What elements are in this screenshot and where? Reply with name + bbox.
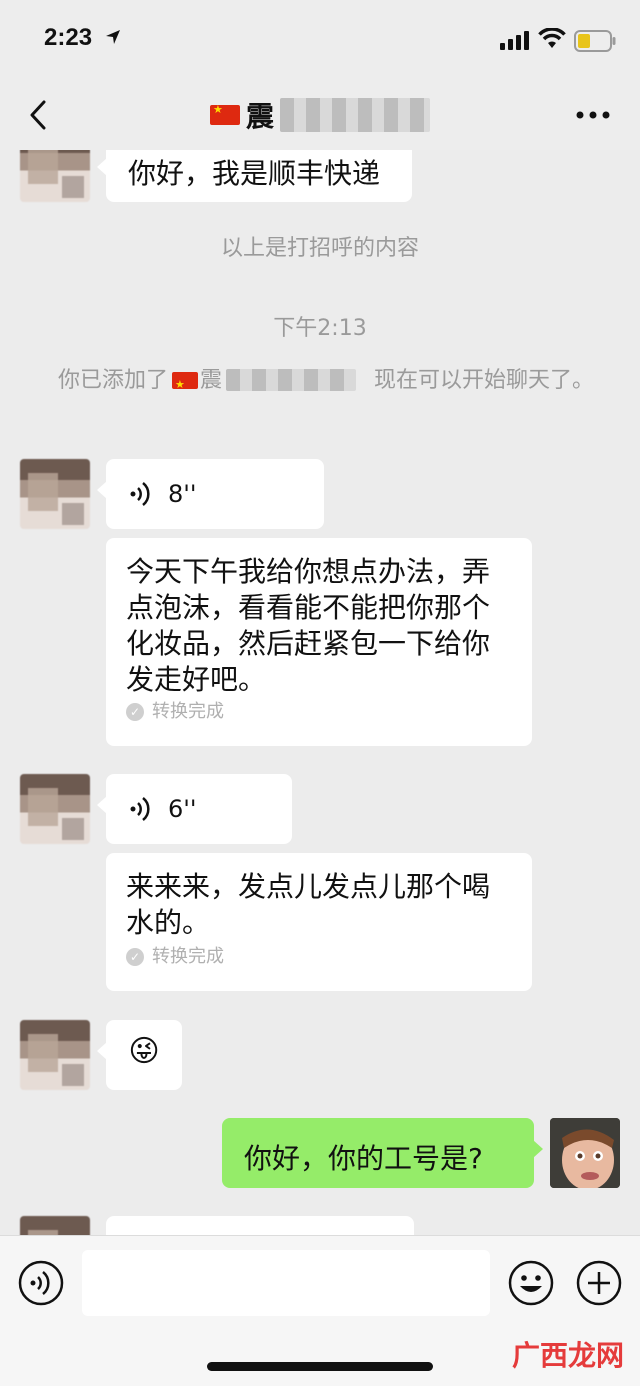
message-input[interactable] — [82, 1250, 490, 1316]
voice-wave-icon — [130, 482, 150, 506]
contact-avatar[interactable] — [20, 459, 90, 529]
added-prefix: 你已添加了 — [58, 368, 169, 393]
contact-name-text: 震 — [246, 100, 275, 133]
input-bar: 广西龙网 — [0, 1235, 640, 1386]
contact-name: 震 — [210, 96, 431, 134]
message-bubble[interactable] — [106, 1216, 414, 1235]
voice-transcript-bubble[interactable]: 今天下午我给你想点办法，弄点泡沫，看看能不能把你那个化妆品，然后赶紧包一下给你发… — [106, 538, 532, 746]
contact-avatar[interactable] — [20, 1020, 90, 1090]
home-indicator — [207, 1362, 433, 1371]
chevron-left-icon[interactable] — [24, 98, 54, 132]
emoji-wink-tongue: 😜 — [128, 1034, 160, 1069]
added-suffix: 现在可以开始聊天了。 — [374, 368, 595, 393]
contact-avatar[interactable] — [20, 150, 90, 202]
voice-message-bubble[interactable]: 6'' — [97, 774, 292, 844]
contact-avatar[interactable] — [20, 1216, 90, 1235]
check-circle-icon: ✓ — [126, 948, 144, 966]
message-bubble[interactable]: 你好，我是顺丰快递 — [97, 150, 412, 202]
voice-transcript-text: 来来来，发点儿发点儿那个喝水的。 — [126, 870, 491, 939]
added-name: 震 — [200, 368, 223, 393]
blurred-name — [280, 98, 431, 132]
battery-icon — [574, 30, 616, 52]
more-dots-icon[interactable] — [576, 110, 610, 120]
china-flag-icon — [172, 370, 199, 400]
status-time: 2:23 — [44, 24, 93, 51]
wifi-icon — [538, 28, 566, 48]
contact-avatar[interactable] — [20, 774, 90, 844]
timestamp: 下午2:13 — [273, 316, 367, 341]
china-flag-icon — [210, 103, 240, 125]
chat-header: 震 — [0, 80, 640, 150]
my-message-text: 你好，你的工号是? — [244, 1142, 483, 1175]
voice-duration: 6'' — [168, 795, 197, 823]
voice-transcript-text: 今天下午我给你想点办法，弄点泡沫，看看能不能把你那个化妆品，然后赶紧包一下给你发… — [126, 555, 491, 696]
conversion-status-text: 转换完成 — [152, 946, 224, 967]
voice-transcript-bubble[interactable]: 来来来，发点儿发点儿那个喝水的。 ✓ 转换完成 — [106, 853, 532, 991]
system-note: 以上是打招呼的内容 — [220, 236, 419, 261]
avatar-photo — [550, 1118, 620, 1188]
location-arrow-icon — [106, 30, 120, 44]
voice-wave-icon — [130, 797, 150, 821]
my-message-bubble[interactable]: 你好，你的工号是? — [222, 1118, 543, 1188]
watermark-logo: 广西龙网 — [512, 1339, 625, 1372]
status-bar: 2:23 — [0, 0, 640, 80]
check-circle-icon: ✓ — [126, 703, 144, 721]
conversion-status-text: 转换完成 — [152, 701, 224, 722]
message-text: 你好，我是顺丰快递 — [128, 157, 381, 190]
emoji-message-bubble[interactable]: 😜 — [97, 1020, 182, 1090]
smiley-icon[interactable] — [508, 1260, 554, 1306]
chat-messages[interactable]: 你好，我是顺丰快递 以上是打招呼的内容 下午2:13 你已添加了 震 现在可以开始聊… — [0, 150, 640, 1235]
my-avatar[interactable] — [550, 1118, 620, 1188]
added-notice: 你已添加了 震 现在可以开始聊天了。 — [58, 366, 598, 400]
voice-message-bubble[interactable]: 8'' — [97, 459, 324, 529]
blurred-name — [226, 369, 357, 391]
conversion-status: ✓ 转换完成 — [126, 694, 224, 730]
cellular-signal-icon — [500, 31, 529, 50]
conversion-status: ✓ 转换完成 — [126, 939, 224, 975]
voice-input-icon[interactable] — [18, 1260, 64, 1306]
plus-circle-icon[interactable] — [576, 1260, 622, 1306]
voice-duration: 8'' — [168, 480, 197, 508]
